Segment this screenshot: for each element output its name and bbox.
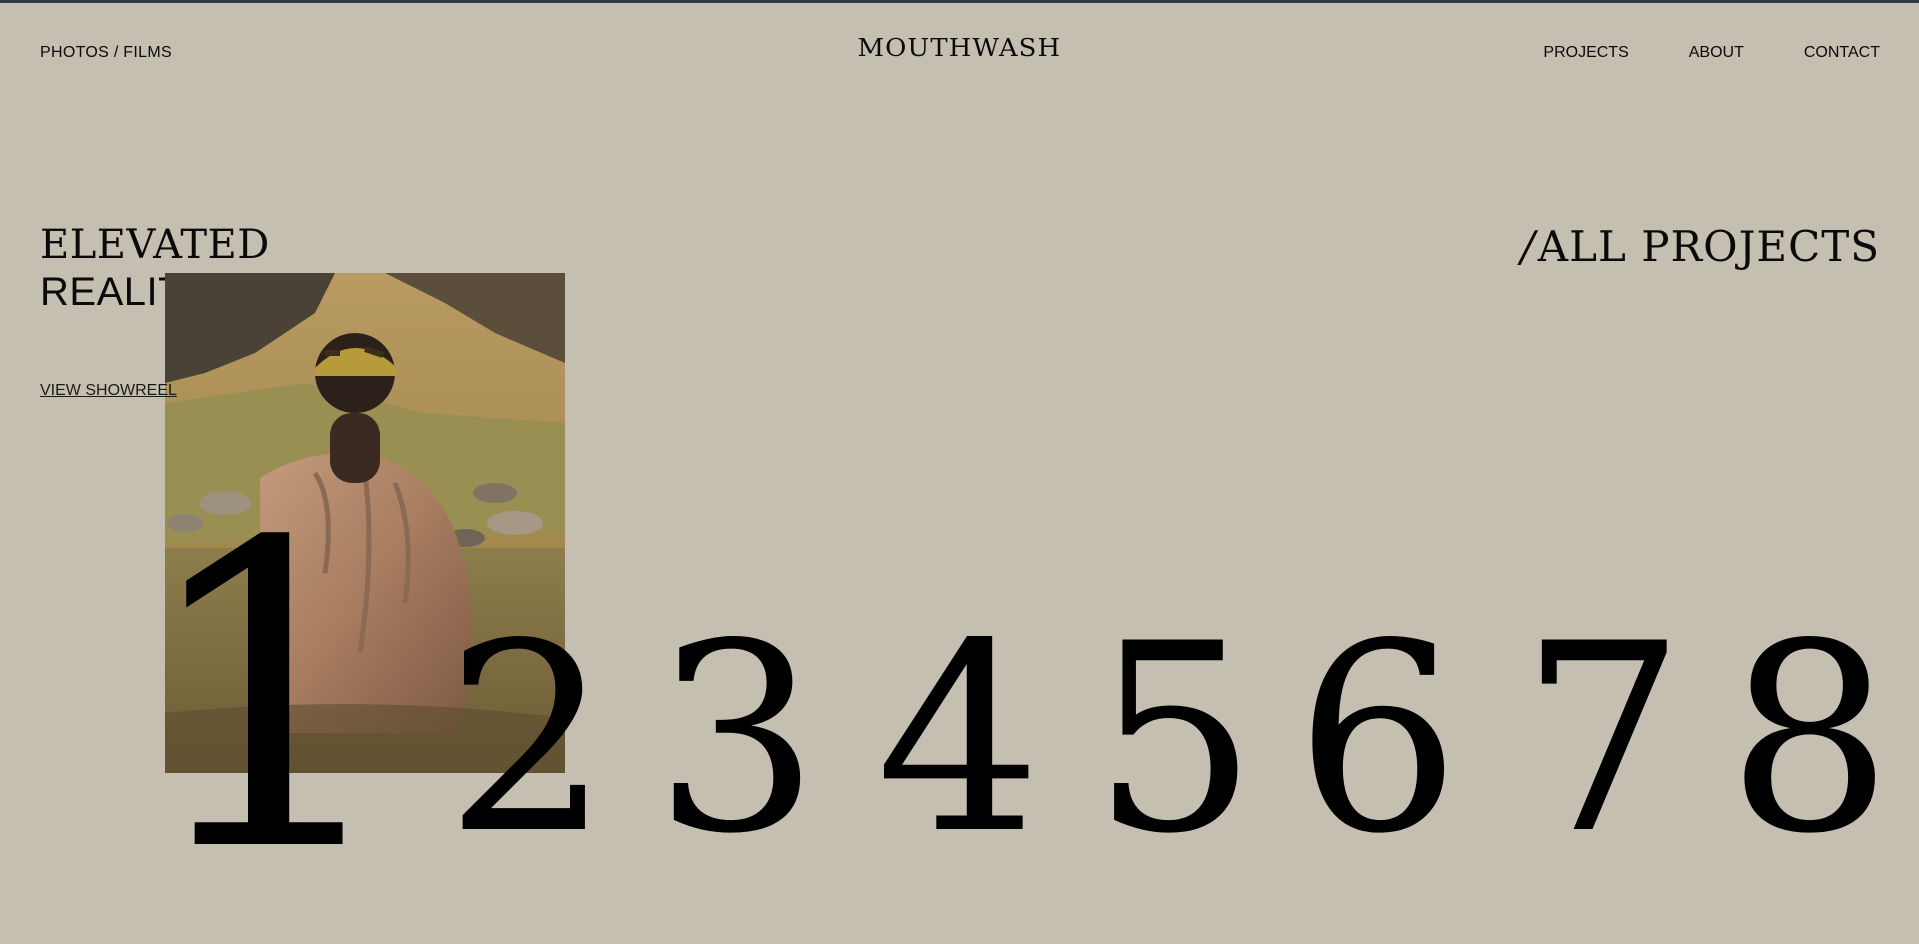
top-border	[0, 0, 1919, 3]
project-number-8[interactable]: 8	[1727, 610, 1892, 870]
view-showreel-link[interactable]: VIEW SHOWREEL	[40, 382, 177, 400]
project-number-3[interactable]: 3	[654, 610, 819, 870]
nav-contact[interactable]: CONTACT	[1804, 44, 1880, 62]
logo-text[interactable]: MOUTHWASH	[858, 34, 1062, 62]
main-nav: PROJECTS ABOUT CONTACT	[1483, 44, 1880, 62]
project-number-1[interactable]: 1	[135, 490, 402, 910]
slash-glyph: /	[1520, 222, 1536, 271]
project-number-7[interactable]: 7	[1520, 610, 1685, 870]
project-number-5[interactable]: 5	[1092, 610, 1257, 870]
project-number-6[interactable]: 6	[1295, 610, 1460, 870]
nav-projects[interactable]: PROJECTS	[1543, 44, 1628, 62]
project-number-2[interactable]: 2	[445, 610, 610, 870]
project-number-4[interactable]: 4	[876, 610, 1041, 870]
all-projects-label: ALL PROJECTS	[1537, 222, 1880, 271]
headline-line-1: ELEVATED	[40, 222, 270, 268]
nav-about[interactable]: ABOUT	[1689, 44, 1744, 62]
all-projects-link[interactable]: /ALL PROJECTS	[1521, 222, 1880, 271]
